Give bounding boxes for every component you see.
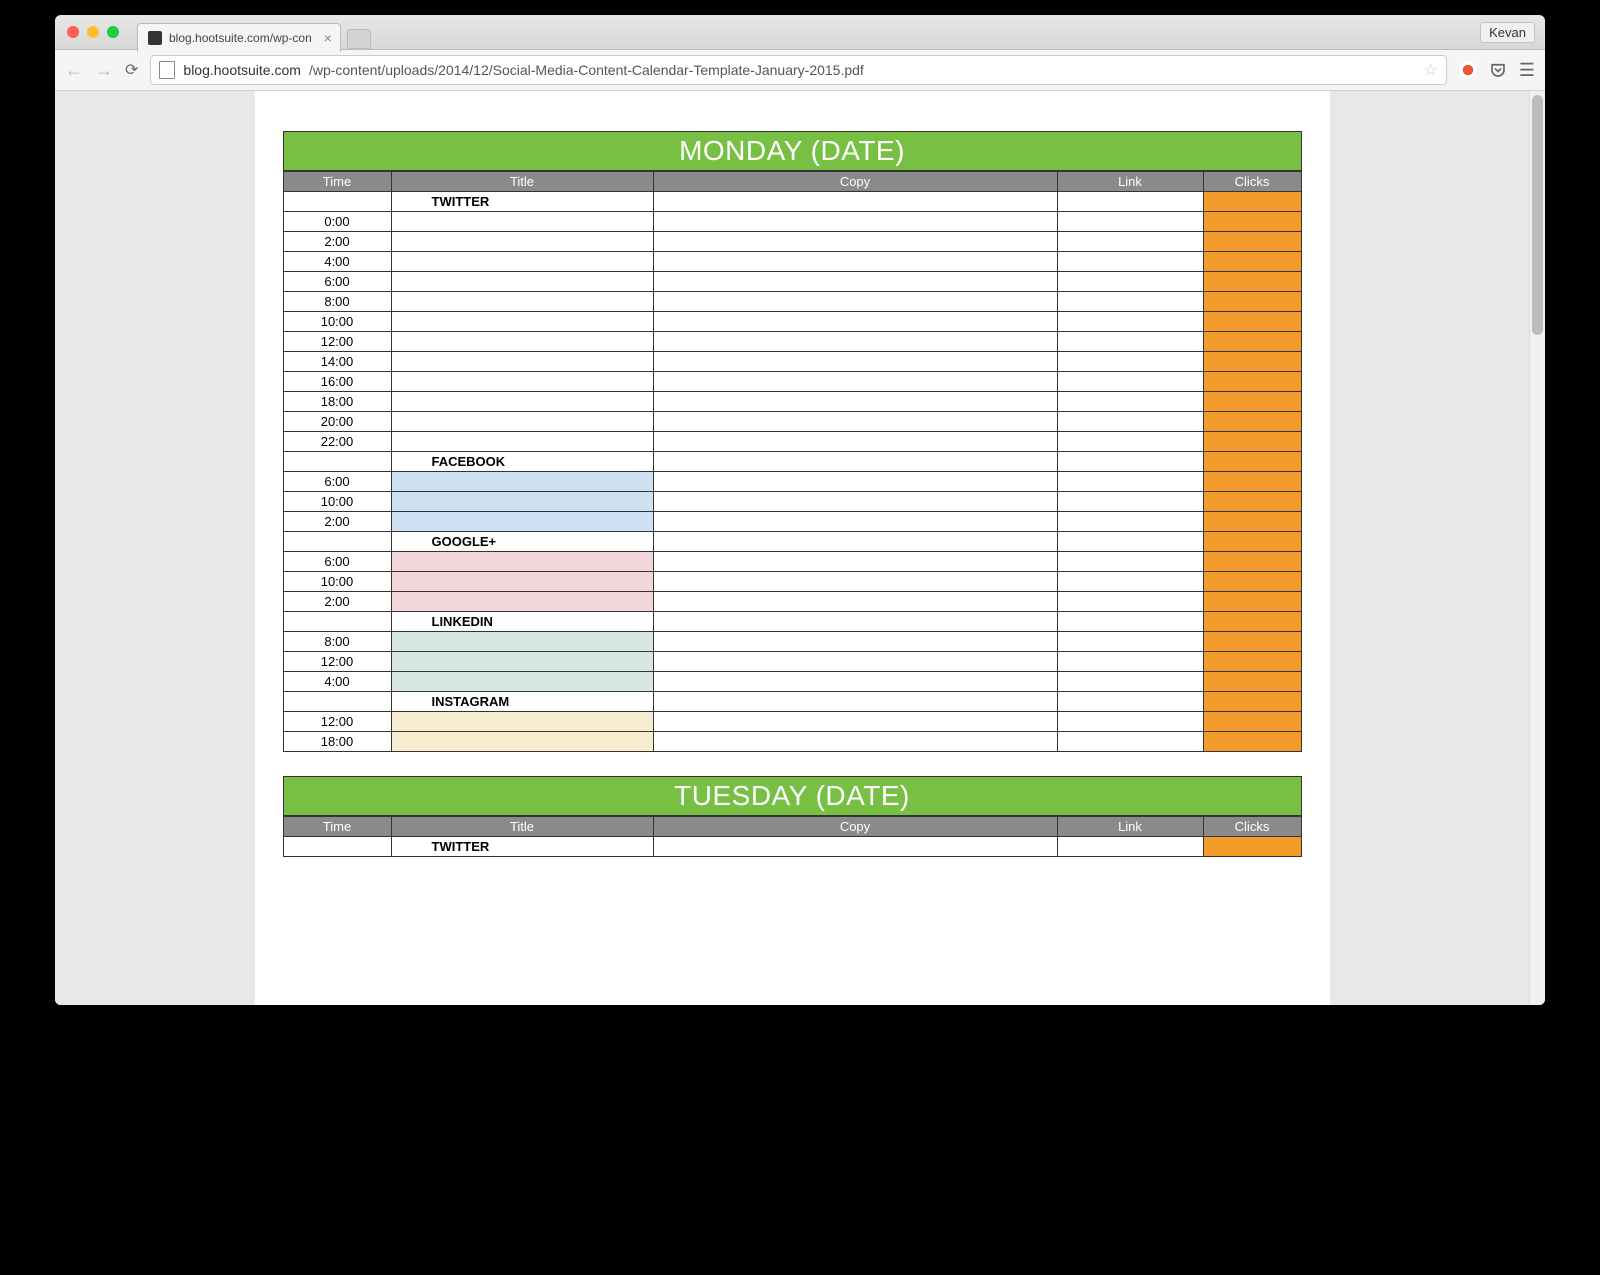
- table-row: 14:00: [283, 352, 1301, 372]
- section-label: GOOGLE+: [391, 532, 653, 552]
- header-title: Title: [391, 817, 653, 837]
- table-row: 2:00: [283, 592, 1301, 612]
- profile-button[interactable]: Kevan: [1480, 22, 1535, 43]
- close-window-button[interactable]: [67, 26, 79, 38]
- toolbar: ← → ⟳ blog.hootsuite.com/wp-content/uplo…: [55, 50, 1545, 91]
- section-label: TWITTER: [391, 192, 653, 212]
- table-row: 12:00: [283, 652, 1301, 672]
- fullscreen-window-button[interactable]: [107, 26, 119, 38]
- header-time: Time: [283, 817, 391, 837]
- tab-title: blog.hootsuite.com/wp-con: [169, 31, 312, 45]
- browser-window: blog.hootsuite.com/wp-con × Kevan ← → ⟳ …: [55, 15, 1545, 1005]
- table-row: 18:00: [283, 392, 1301, 412]
- vertical-scrollbar[interactable]: [1529, 91, 1545, 1005]
- header-time: Time: [283, 172, 391, 192]
- back-button[interactable]: ←: [65, 60, 83, 81]
- pdf-page: MONDAY (DATE) Time Title Copy Link Click…: [255, 91, 1330, 1005]
- pocket-extension-icon[interactable]: [1489, 61, 1507, 79]
- table-row: 8:00: [283, 632, 1301, 652]
- section-row-linkedin: LINKEDIN: [283, 612, 1301, 632]
- section-label: FACEBOOK: [391, 452, 653, 472]
- close-tab-button[interactable]: ×: [324, 30, 332, 46]
- window-controls: [67, 26, 119, 38]
- header-copy: Copy: [653, 817, 1057, 837]
- section-label: INSTAGRAM: [391, 692, 653, 712]
- page-icon: [159, 61, 175, 79]
- minimize-window-button[interactable]: [87, 26, 99, 38]
- table-row: 6:00: [283, 552, 1301, 572]
- section-row-twitter: TWITTER: [283, 192, 1301, 212]
- table-row: 16:00: [283, 372, 1301, 392]
- url-path: /wp-content/uploads/2014/12/Social-Media…: [309, 62, 864, 78]
- table-row: 4:00: [283, 252, 1301, 272]
- ublock-extension-icon[interactable]: [1459, 61, 1477, 79]
- table-row: 20:00: [283, 412, 1301, 432]
- header-clicks: Clicks: [1203, 817, 1301, 837]
- calendar-day-tuesday: TUESDAY (DATE) Time Title Copy Link Clic…: [283, 776, 1302, 857]
- header-clicks: Clicks: [1203, 172, 1301, 192]
- table-row: 8:00: [283, 292, 1301, 312]
- title-bar: blog.hootsuite.com/wp-con × Kevan: [55, 15, 1545, 50]
- header-link: Link: [1057, 172, 1203, 192]
- table-row: 0:00: [283, 212, 1301, 232]
- new-tab-button[interactable]: [347, 29, 371, 49]
- section-label: LINKEDIN: [391, 612, 653, 632]
- forward-button[interactable]: →: [95, 60, 113, 81]
- favicon-icon: [148, 31, 162, 45]
- table-row: 6:00: [283, 272, 1301, 292]
- section-row-twitter: TWITTER: [283, 837, 1301, 857]
- viewport: MONDAY (DATE) Time Title Copy Link Click…: [55, 91, 1545, 1005]
- table-row: 6:00: [283, 472, 1301, 492]
- address-bar[interactable]: blog.hootsuite.com/wp-content/uploads/20…: [150, 55, 1446, 85]
- table-row: 4:00: [283, 672, 1301, 692]
- table-row: 18:00: [283, 732, 1301, 752]
- table-row: 2:00: [283, 232, 1301, 252]
- section-label: TWITTER: [391, 837, 653, 857]
- header-copy: Copy: [653, 172, 1057, 192]
- chrome-menu-button[interactable]: ☰: [1519, 60, 1535, 81]
- header-title: Title: [391, 172, 653, 192]
- table-row: 2:00: [283, 512, 1301, 532]
- url-host: blog.hootsuite.com: [183, 62, 301, 78]
- scrollbar-thumb[interactable]: [1532, 95, 1543, 335]
- browser-tab[interactable]: blog.hootsuite.com/wp-con ×: [137, 23, 341, 52]
- table-row: 10:00: [283, 572, 1301, 592]
- reload-button[interactable]: ⟳: [125, 60, 138, 80]
- section-row-googleplus: GOOGLE+: [283, 532, 1301, 552]
- calendar-day-monday: MONDAY (DATE) Time Title Copy Link Click…: [283, 131, 1302, 752]
- bookmark-star-icon[interactable]: ☆: [1424, 60, 1438, 80]
- day-banner: MONDAY (DATE): [283, 131, 1302, 171]
- table-row: 12:00: [283, 332, 1301, 352]
- calendar-table-monday: Time Title Copy Link Clicks TWITTER: [283, 171, 1302, 752]
- section-row-instagram: INSTAGRAM: [283, 692, 1301, 712]
- header-link: Link: [1057, 817, 1203, 837]
- table-row: 10:00: [283, 312, 1301, 332]
- section-row-facebook: FACEBOOK: [283, 452, 1301, 472]
- table-row: 12:00: [283, 712, 1301, 732]
- day-banner: TUESDAY (DATE): [283, 776, 1302, 816]
- table-row: 10:00: [283, 492, 1301, 512]
- calendar-table-tuesday: Time Title Copy Link Clicks TWITTER: [283, 816, 1302, 857]
- table-row: 22:00: [283, 432, 1301, 452]
- pdf-viewer[interactable]: MONDAY (DATE) Time Title Copy Link Click…: [55, 91, 1529, 1005]
